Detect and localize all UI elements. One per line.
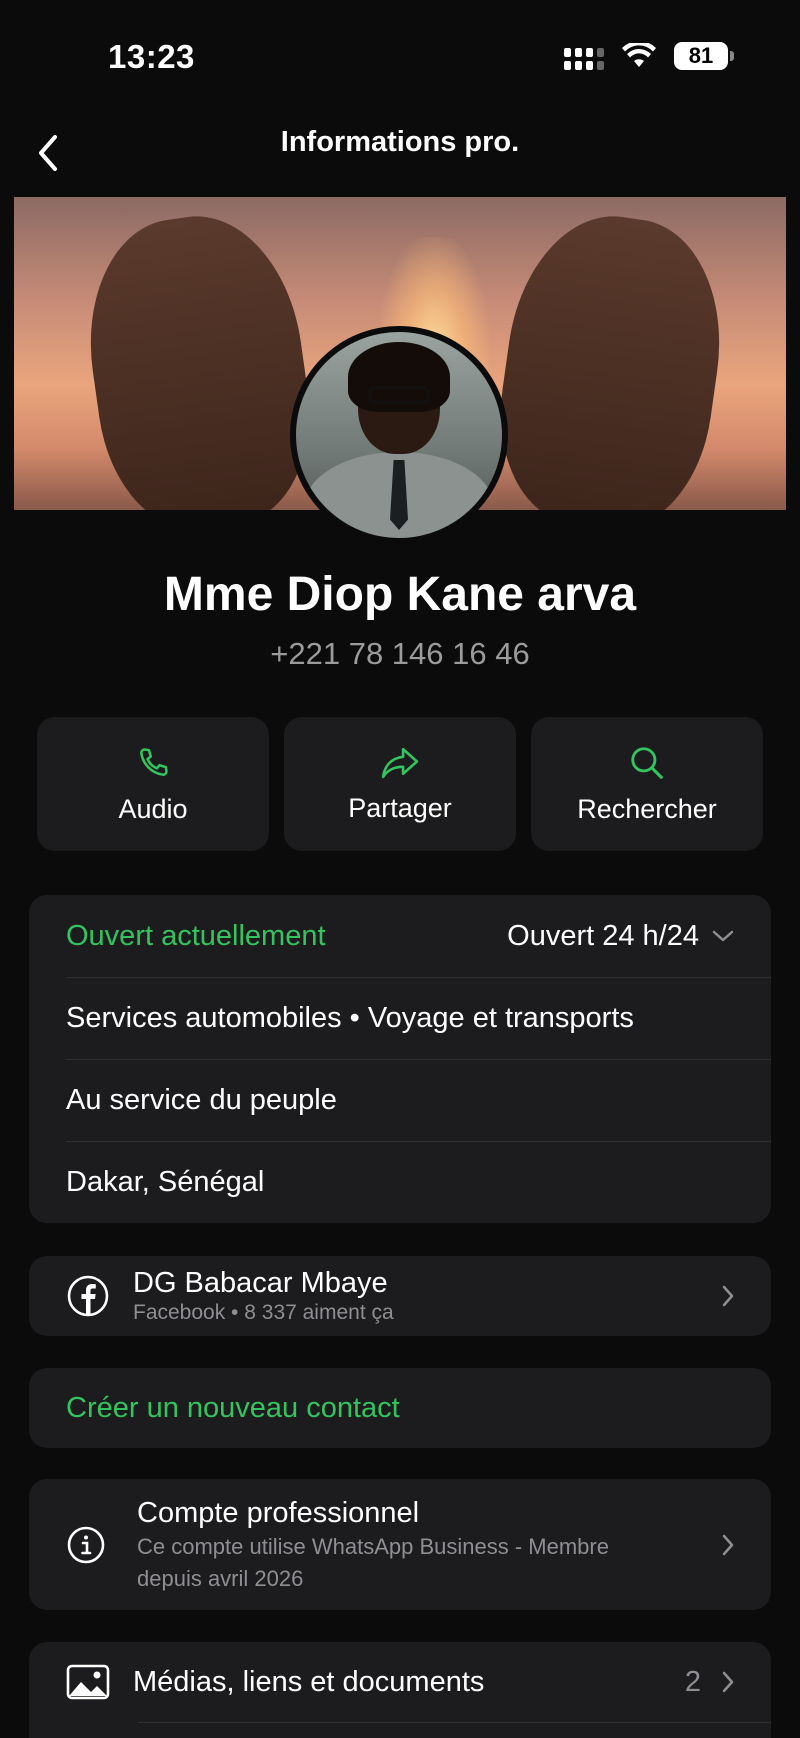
media-links-docs-row[interactable]: Médias, liens et documents 2 xyxy=(29,1642,771,1722)
hours-row: Ouvert actuellement Ouvert 24 h/24 xyxy=(29,895,771,977)
business-account-description: Ce compte utilise WhatsApp Business - Me… xyxy=(137,1533,609,1591)
facebook-link-card[interactable]: DG Babacar Mbaye Facebook • 8 337 aiment… xyxy=(29,1256,771,1336)
business-location: Dakar, Sénégal xyxy=(66,1165,265,1198)
media-label: Médias, liens et documents xyxy=(133,1665,485,1698)
action-label: Rechercher xyxy=(577,793,717,824)
hand-shape xyxy=(73,203,325,510)
hand-shape xyxy=(485,203,737,510)
create-contact-button[interactable]: Créer un nouveau contact xyxy=(29,1368,771,1448)
facebook-page-name: DG Babacar Mbaye xyxy=(133,1267,388,1299)
business-categories: Services automobiles • Voyage et transpo… xyxy=(66,1001,634,1034)
chevron-right-icon xyxy=(722,1671,734,1693)
categories-row: Services automobiles • Voyage et transpo… xyxy=(29,977,771,1059)
media-card: Médias, liens et documents 2 xyxy=(29,1642,771,1738)
chevron-right-icon xyxy=(722,1534,734,1555)
open-status: Ouvert actuellement xyxy=(66,919,326,952)
facebook-icon xyxy=(67,1275,109,1317)
media-count: 2 xyxy=(684,1665,701,1698)
search-button[interactable]: Rechercher xyxy=(531,717,763,851)
audio-call-button[interactable]: Audio xyxy=(37,717,269,851)
action-label: Partager xyxy=(348,792,452,823)
nav-header: Informations pro. xyxy=(0,118,800,188)
business-account-title: Compte professionnel xyxy=(137,1496,420,1529)
info-icon xyxy=(67,1526,105,1563)
signal-icon xyxy=(564,42,604,70)
action-buttons: Audio Partager Rechercher xyxy=(37,717,763,851)
profile-phone: +221 78 146 16 46 xyxy=(270,636,530,671)
facebook-row[interactable]: DG Babacar Mbaye Facebook • 8 337 aiment… xyxy=(29,1256,771,1336)
location-row[interactable]: Dakar, Sénégal xyxy=(29,1141,771,1223)
description-row: Au service du peuple xyxy=(29,1059,771,1141)
status-bar: 13:23 81 xyxy=(0,0,800,118)
share-icon xyxy=(381,747,419,778)
image-icon xyxy=(66,1664,110,1700)
hours-dropdown[interactable]: Ouvert 24 h/24 xyxy=(507,920,735,953)
chevron-right-icon xyxy=(722,1285,734,1307)
battery-indicator: 81 xyxy=(674,42,734,70)
business-account-card[interactable]: Compte professionnel Ce compte utilise W… xyxy=(29,1479,771,1610)
page-title: Informations pro. xyxy=(280,126,520,158)
profile-avatar[interactable] xyxy=(290,326,508,544)
business-account-row[interactable]: Compte professionnel Ce compte utilise W… xyxy=(29,1479,771,1610)
business-info-card: Ouvert actuellement Ouvert 24 h/24 Servi… xyxy=(29,895,771,1223)
facebook-page-likes: Facebook • 8 337 aiment ça xyxy=(133,1301,394,1324)
status-icons: 81 xyxy=(564,42,734,70)
action-label: Audio xyxy=(118,793,188,824)
phone-icon xyxy=(140,747,168,776)
business-description: Au service du peuple xyxy=(66,1083,337,1116)
status-time: 13:23 xyxy=(108,38,195,75)
new-contact-card: Créer un nouveau contact xyxy=(29,1368,771,1448)
hours-value: Ouvert 24 h/24 xyxy=(507,919,699,952)
share-button[interactable]: Partager xyxy=(284,717,516,851)
profile-name: Mme Diop Kane arva xyxy=(163,568,637,621)
wifi-icon xyxy=(622,43,656,67)
chevron-down-icon xyxy=(712,930,734,942)
divider xyxy=(138,1722,771,1723)
search-icon xyxy=(631,746,663,779)
